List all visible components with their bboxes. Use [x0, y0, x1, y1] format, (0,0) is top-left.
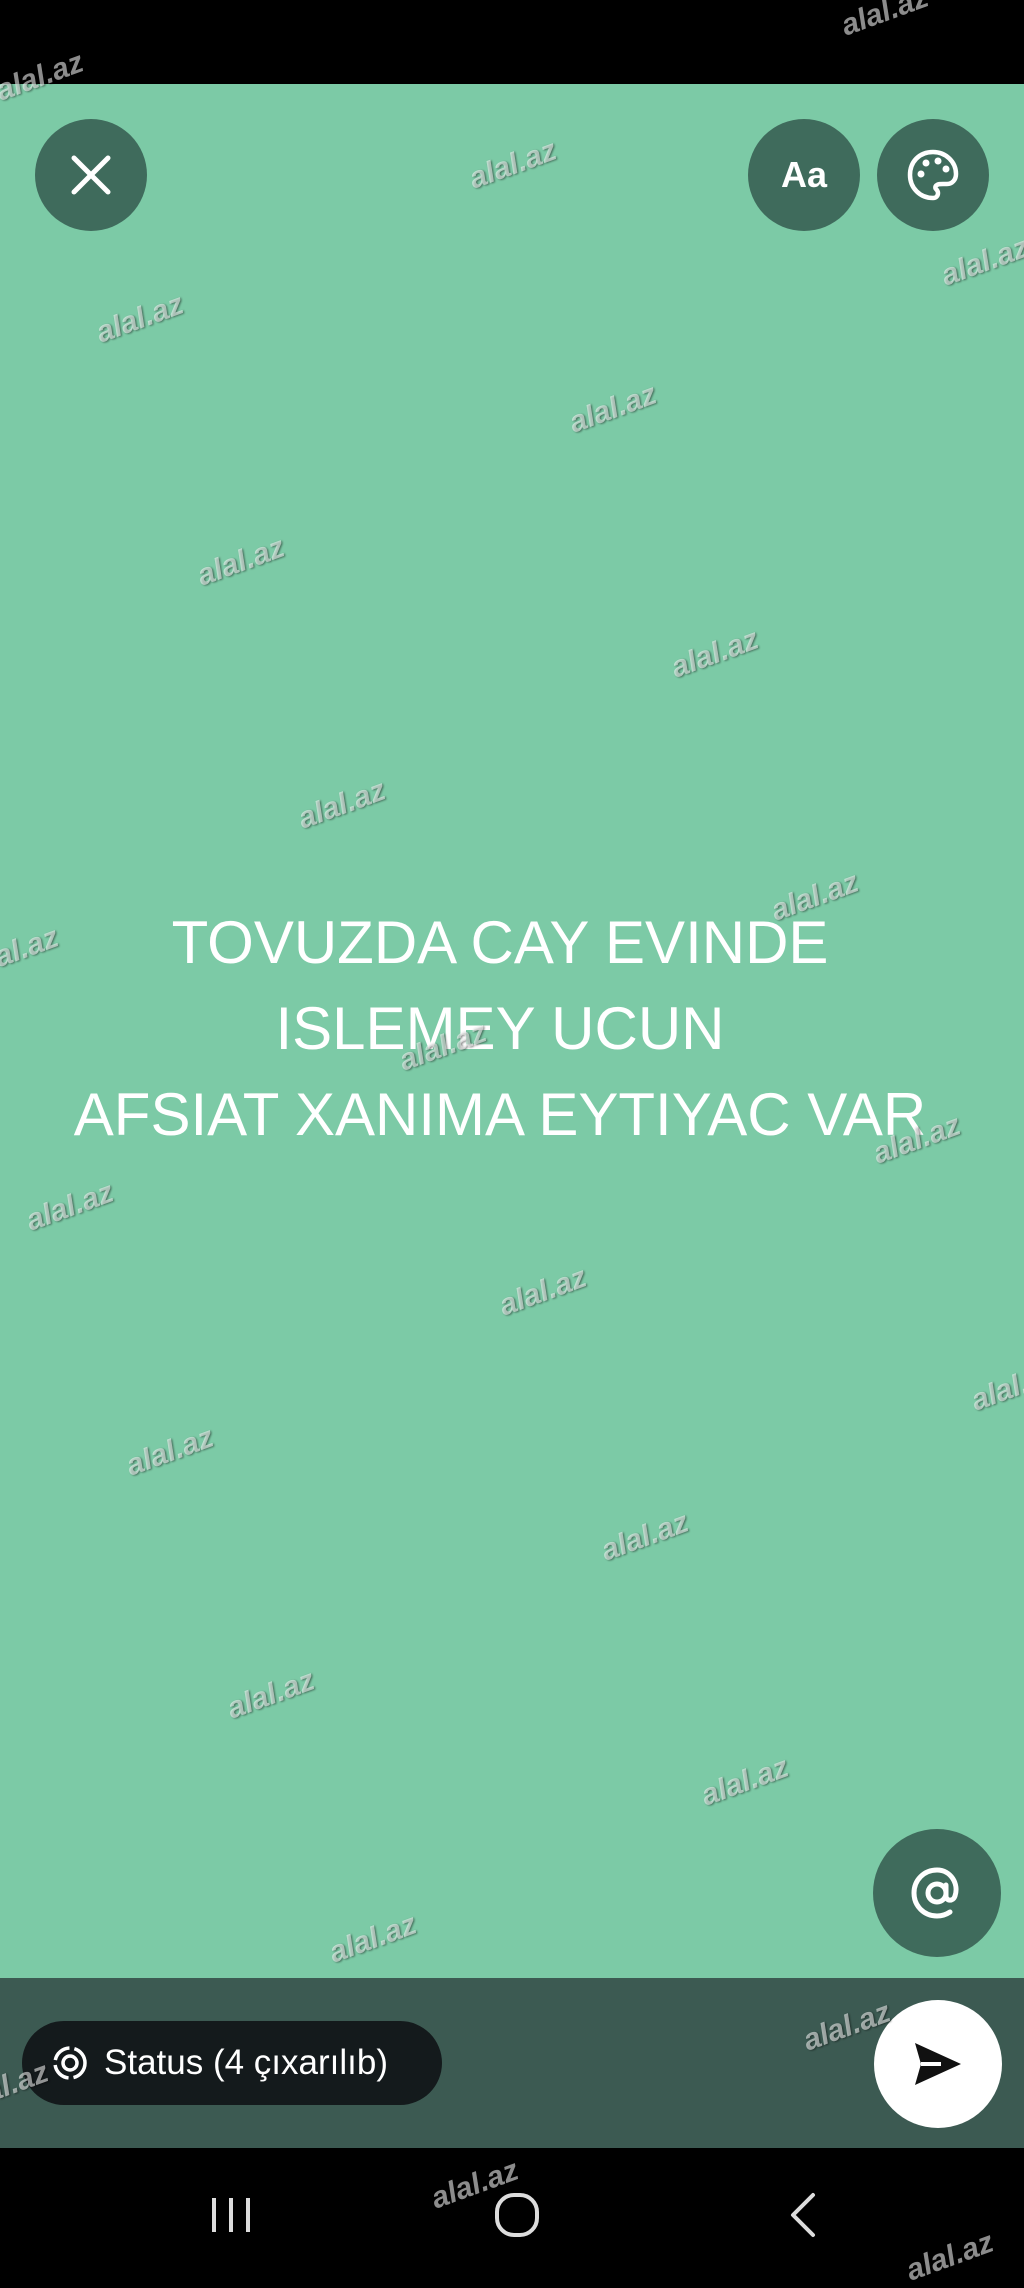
palette-icon	[907, 149, 959, 201]
at-sign-icon	[911, 1867, 959, 1919]
send-button[interactable]	[874, 2000, 1002, 2128]
mention-button[interactable]	[873, 1829, 1001, 1957]
status-text-line: ISLEMEY UCUN	[275, 995, 725, 1062]
status-text[interactable]: TOVUZDA CAY EVINDE ISLEMEY UCUN AFSIAT X…	[0, 900, 1000, 1158]
status-audience-label: Status (4 çıxarılıb)	[104, 2043, 388, 2082]
recent-apps-button[interactable]	[186, 2180, 276, 2250]
home-icon	[495, 2193, 539, 2237]
font-style-button[interactable]: Aa	[748, 119, 860, 231]
status-text-line: TOVUZDA CAY EVINDE	[171, 909, 829, 976]
font-style-label: Aa	[780, 154, 828, 195]
color-palette-button[interactable]	[877, 119, 989, 231]
status-circle-icon	[50, 2043, 90, 2083]
recent-apps-icon	[212, 2198, 250, 2232]
back-icon	[791, 2193, 815, 2237]
back-button[interactable]	[758, 2180, 848, 2250]
home-button[interactable]	[472, 2180, 562, 2250]
status-audience-chip[interactable]: Status (4 çıxarılıb)	[22, 2021, 442, 2105]
send-icon	[915, 2043, 961, 2085]
close-icon	[71, 155, 111, 195]
close-button[interactable]	[35, 119, 147, 231]
system-status-bar	[0, 0, 1024, 84]
status-text-line: AFSIAT XANIMA EYTIYAC VAR	[73, 1081, 927, 1148]
